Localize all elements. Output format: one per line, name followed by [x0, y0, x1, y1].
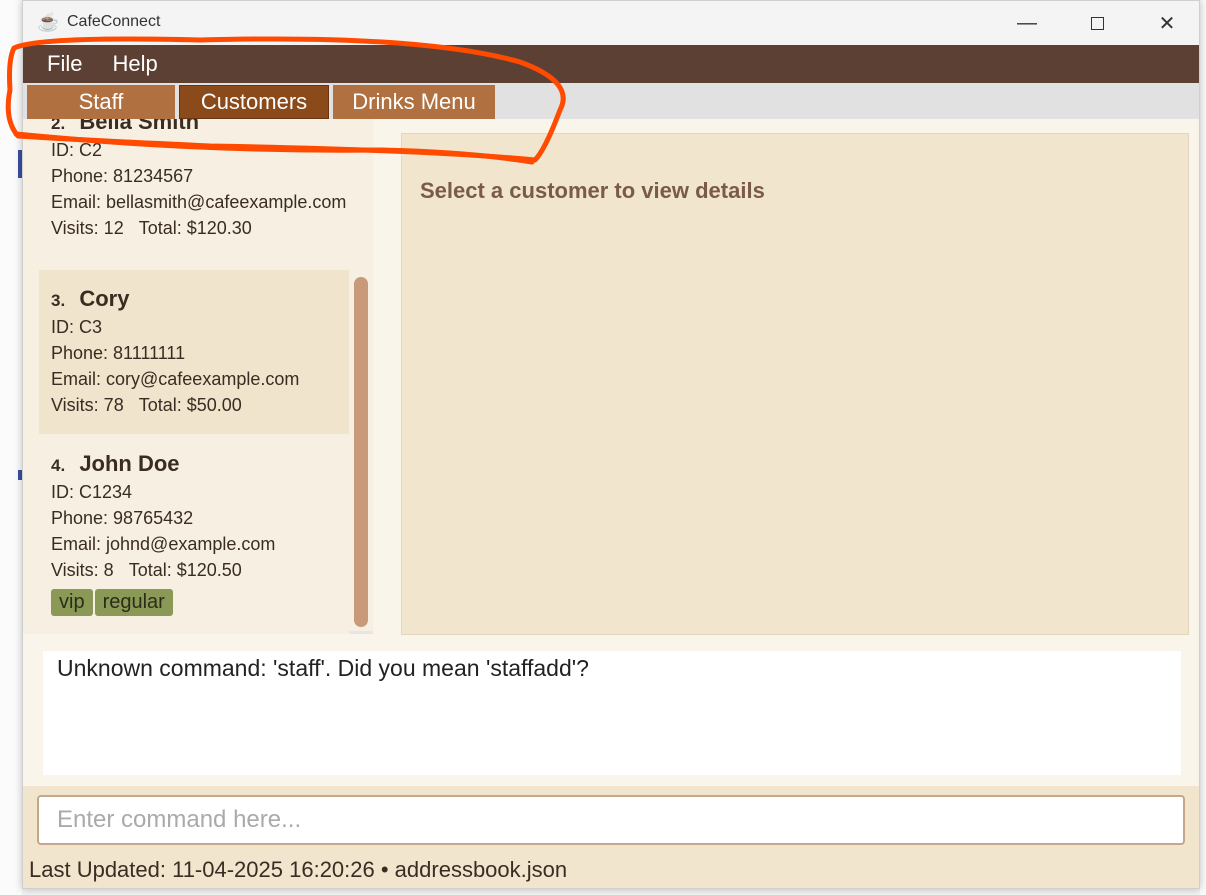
command-area: Last Updated: 11-04-2025 16:20:26 • addr… — [23, 786, 1199, 888]
customer-name-row: 3. Cory — [51, 284, 349, 314]
customer-phone: Phone: 98765432 — [51, 508, 194, 528]
customer-name: John Doe — [79, 451, 180, 476]
customer-visits: Visits: 78 — [51, 395, 124, 415]
customer-index: 3. — [51, 291, 66, 310]
tab-strip: Staff Customers Drinks Menu — [23, 83, 1199, 119]
close-icon: ✕ — [1158, 12, 1176, 35]
customer-name-row: 4. John Doe — [51, 449, 349, 479]
title-bar[interactable]: ☕ CafeConnect — ✕ — [23, 1, 1199, 45]
menu-help[interactable]: Help — [112, 51, 157, 77]
tab-drinks-menu[interactable]: Drinks Menu — [333, 85, 495, 119]
customer-index: 2. — [51, 119, 66, 133]
list-item[interactable]: 2. Bella Smith ID: C2 Phone: 81234567 Em… — [39, 119, 349, 241]
minimize-icon: — — [1017, 11, 1037, 34]
customer-visits: Visits: 8 — [51, 560, 114, 580]
app-window: ☕ CafeConnect — ✕ File Help Staff Custom… — [22, 0, 1200, 889]
list-item[interactable]: 3. Cory ID: C3 Phone: 81111111 Email: co… — [39, 270, 349, 434]
customer-visits-total: Visits: 12 Total: $120.30 — [51, 215, 349, 241]
desktop-background-right — [1200, 0, 1206, 895]
tag-badge: regular — [94, 589, 173, 616]
tag-badge: vip — [51, 589, 93, 616]
desktop-background-left — [0, 0, 22, 895]
customer-phone: Phone: 81234567 — [51, 166, 194, 186]
customer-id: ID: C3 — [51, 317, 103, 337]
menu-bar: File Help — [23, 45, 1199, 83]
list-scrollbar-thumb[interactable] — [354, 277, 368, 627]
menu-file[interactable]: File — [47, 51, 82, 77]
detail-placeholder: Select a customer to view details — [420, 178, 765, 203]
tab-staff[interactable]: Staff — [27, 85, 175, 119]
result-message: Unknown command: 'staff'. Did you mean '… — [57, 655, 589, 681]
customer-phone: Phone: 81111111 — [51, 343, 186, 363]
customer-tags: vip regular — [51, 589, 349, 616]
customer-visits-total: Visits: 78 Total: $50.00 — [51, 392, 349, 418]
customer-email: Email: cory@cafeexample.com — [51, 369, 300, 389]
customer-id: ID: C2 — [51, 140, 103, 160]
list-scrollbar-corner — [349, 631, 373, 634]
customer-total: Total: $120.30 — [138, 218, 252, 238]
customer-email: Email: bellasmith@cafeexample.com — [51, 192, 347, 212]
tab-customers[interactable]: Customers — [179, 85, 329, 119]
customer-detail-panel: Select a customer to view details — [401, 133, 1189, 635]
customer-total: Total: $50.00 — [138, 395, 242, 415]
customer-visits: Visits: 12 — [51, 218, 124, 238]
coffee-cup-icon: ☕ — [37, 12, 60, 32]
customer-index: 4. — [51, 456, 66, 475]
customer-email: Email: johnd@example.com — [51, 534, 276, 554]
maximize-button[interactable] — [1075, 9, 1119, 37]
maximize-icon — [1090, 16, 1104, 30]
list-item[interactable]: 4. John Doe ID: C1234 Phone: 98765432 Em… — [39, 435, 349, 634]
customer-id: ID: C1234 — [51, 482, 133, 502]
customer-list[interactable]: 2. Bella Smith ID: C2 Phone: 81234567 Em… — [23, 119, 373, 634]
status-bar: Last Updated: 11-04-2025 16:20:26 • addr… — [29, 857, 568, 882]
command-input[interactable] — [37, 795, 1185, 845]
minimize-button[interactable]: — — [1005, 9, 1049, 37]
customer-name-row: 2. Bella Smith — [51, 119, 349, 137]
customer-total: Total: $120.50 — [128, 560, 242, 580]
customer-name: Bella Smith — [79, 119, 200, 134]
customer-name: Cory — [79, 286, 130, 311]
result-display: Unknown command: 'staff'. Did you mean '… — [43, 651, 1181, 775]
close-button[interactable]: ✕ — [1145, 9, 1189, 37]
window-title: CafeConnect — [67, 13, 161, 30]
customer-visits-total: Visits: 8 Total: $120.50 — [51, 557, 349, 583]
